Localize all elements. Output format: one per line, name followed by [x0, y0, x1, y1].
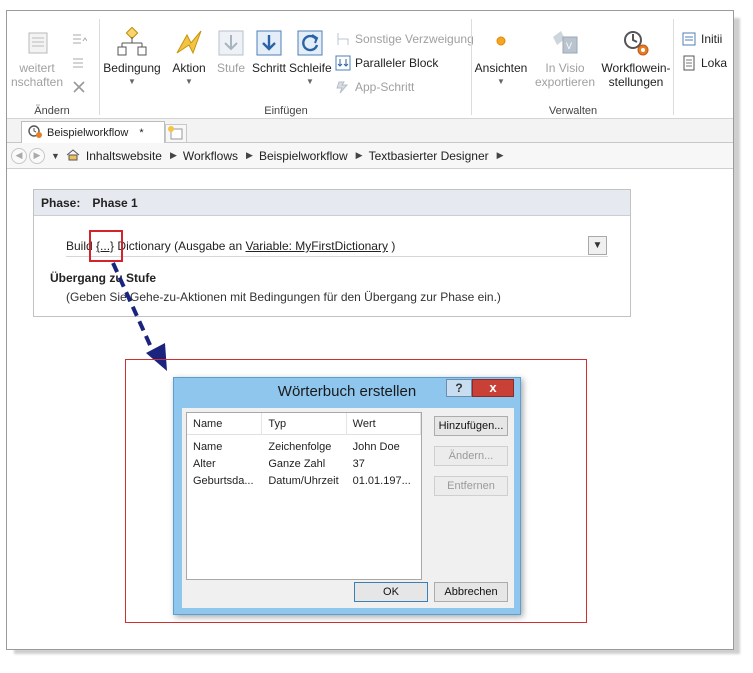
ok-button[interactable]: OK	[354, 582, 428, 602]
cancel-button[interactable]: Abbrechen	[434, 582, 508, 602]
cell-value: 01.01.197...	[352, 475, 411, 487]
cell-value: 37	[352, 458, 365, 470]
help-button[interactable]: ?	[446, 379, 472, 397]
table-row[interactable]: Alter Ganze Zahl 37	[187, 456, 421, 473]
cell-type: Zeichenfolge	[268, 441, 332, 453]
table-header: Name Typ Wert	[187, 413, 422, 435]
cell-type: Datum/Uhrzeit	[268, 475, 339, 487]
table-row[interactable]: Geburtsda... Datum/Uhrzeit 01.01.197...	[187, 473, 421, 490]
create-dictionary-dialog: Wörterbuch erstellen ? x Name Typ Wert N…	[173, 377, 521, 615]
help-icon: ?	[455, 381, 463, 395]
column-header-name[interactable]: Name	[187, 413, 263, 434]
add-button[interactable]: Hinzufügen...	[434, 416, 508, 436]
remove-button[interactable]: Entfernen	[434, 476, 508, 496]
cell-type: Ganze Zahl	[268, 458, 326, 470]
table-row[interactable]: Name Zeichenfolge John Doe	[187, 439, 421, 456]
cell-name: Geburtsda...	[193, 475, 254, 487]
close-button[interactable]: x	[472, 379, 514, 397]
cell-name: Alter	[193, 458, 216, 470]
column-header-type[interactable]: Typ	[262, 413, 347, 434]
column-header-value[interactable]: Wert	[347, 413, 422, 434]
cell-value: John Doe	[352, 441, 400, 453]
dictionary-table: Name Typ Wert Name Zeichenfolge John Doe…	[186, 412, 422, 580]
dialog-body: Name Typ Wert Name Zeichenfolge John Doe…	[182, 408, 514, 608]
edit-button[interactable]: Ändern...	[434, 446, 508, 466]
cell-name: Name	[193, 441, 223, 453]
screenshot-paper: weitert nschaften Ändern Bedingung ▼ Akt…	[6, 10, 734, 650]
close-icon: x	[489, 380, 497, 395]
